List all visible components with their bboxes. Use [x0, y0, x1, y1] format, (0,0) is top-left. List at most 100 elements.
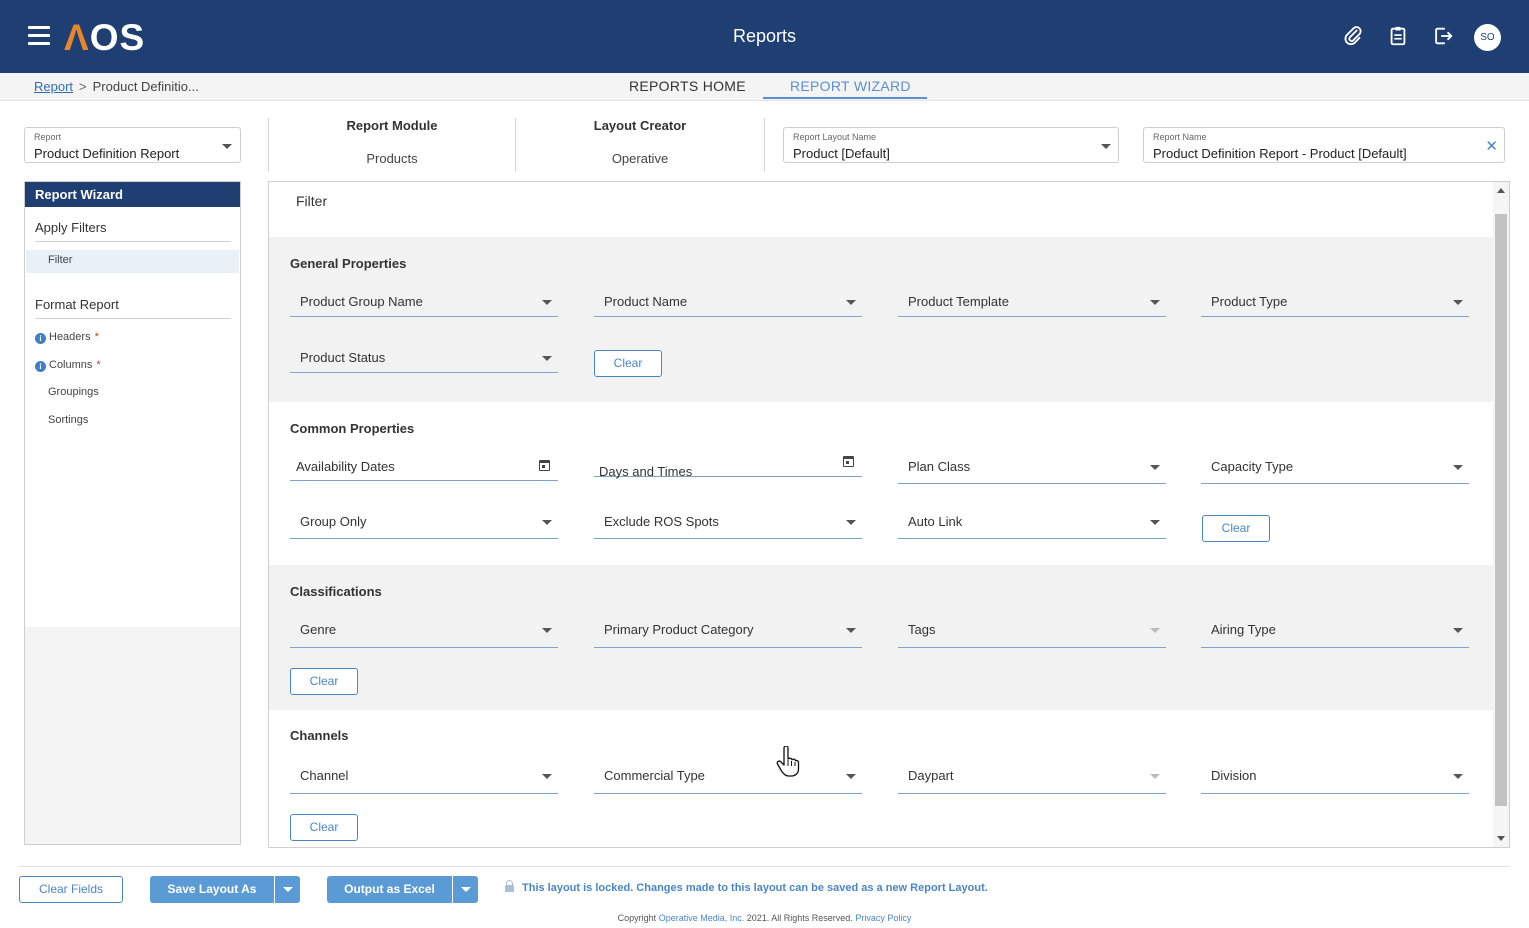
tags-dropdown[interactable]: Tags — [898, 615, 1166, 648]
channels-section: Channels Channel Commercial Type Daypart… — [269, 710, 1493, 847]
layout-locked-message: This layout is locked. Changes made to t… — [505, 880, 988, 894]
days-and-times-input[interactable]: Days and Times — [594, 448, 862, 479]
common-properties-section: Common Properties Availability Dates Day… — [269, 402, 1493, 565]
report-layout-name-select[interactable]: Report Layout Name Product [Default] — [783, 127, 1119, 163]
filter-panel: Filter General Properties Product Group … — [268, 181, 1510, 848]
chevron-down-icon — [1101, 144, 1111, 149]
panel-title: Filter — [296, 193, 328, 209]
daypart-dropdown[interactable]: Daypart — [898, 761, 1166, 794]
capacity-type-dropdown[interactable]: Capacity Type — [1201, 452, 1469, 484]
chevron-down-icon — [542, 520, 552, 525]
tab-reports-home[interactable]: REPORTS HOME — [629, 78, 746, 94]
required-marker: * — [96, 359, 101, 371]
sidebar-item-columns[interactable]: i Columns * — [35, 359, 101, 372]
clear-channels-button[interactable]: Clear — [290, 814, 358, 841]
clear-common-button[interactable]: Clear — [1202, 515, 1270, 542]
genre-dropdown[interactable]: Genre — [290, 615, 558, 648]
chevron-down-icon — [846, 774, 856, 779]
chevron-down-icon — [846, 300, 856, 305]
calendar-icon[interactable] — [843, 456, 854, 467]
airing-type-dropdown[interactable]: Airing Type — [1201, 615, 1469, 648]
chevron-down-icon — [542, 356, 552, 361]
output-as-excel-button[interactable]: Output as Excel — [327, 876, 453, 903]
section-title: Channels — [290, 728, 349, 743]
sidebar-item-groupings[interactable]: Groupings — [48, 386, 99, 398]
logout-icon[interactable] — [1432, 24, 1454, 48]
plan-class-dropdown[interactable]: Plan Class — [898, 452, 1166, 484]
auto-link-dropdown[interactable]: Auto Link — [898, 507, 1166, 539]
hand-pointer-cursor-icon — [776, 746, 800, 777]
save-layout-as-button[interactable]: Save Layout As — [150, 876, 275, 903]
wizard-sidebar: Report Wizard Apply Filters Filter Forma… — [24, 181, 241, 845]
save-layout-split-button: Save Layout As — [150, 876, 300, 903]
chevron-down-icon — [1150, 520, 1160, 525]
chevron-down-icon — [1150, 300, 1160, 305]
scroll-down-icon[interactable] — [1497, 836, 1505, 841]
chevron-down-icon — [1453, 774, 1463, 779]
lock-icon — [505, 880, 514, 892]
layout-creator-info: Layout Creator Operative — [593, 118, 687, 166]
availability-dates-input[interactable]: Availability Dates — [290, 452, 558, 481]
section-title: Common Properties — [290, 421, 415, 436]
breadcrumb-current: Product Definitio... — [92, 79, 199, 94]
report-name-input[interactable]: Report Name Product Definition Report - … — [1143, 127, 1505, 163]
scrollbar-thumb[interactable] — [1495, 214, 1507, 806]
tab-report-wizard[interactable]: REPORT WIZARD — [790, 78, 911, 94]
chevron-down-icon — [542, 774, 552, 779]
chevron-down-icon — [1150, 628, 1160, 633]
privacy-policy-link[interactable]: Privacy Policy — [855, 913, 911, 923]
commercial-type-dropdown[interactable]: Commercial Type — [594, 761, 862, 794]
chevron-down-icon — [1150, 465, 1160, 470]
breadcrumb-separator: > — [79, 79, 87, 94]
clear-fields-button[interactable]: Clear Fields — [19, 876, 123, 903]
divider — [764, 118, 765, 172]
product-template-dropdown[interactable]: Product Template — [898, 287, 1166, 317]
exclude-ros-spots-dropdown[interactable]: Exclude ROS Spots — [594, 507, 862, 539]
product-name-dropdown[interactable]: Product Name — [594, 287, 862, 317]
sidebar-item-headers[interactable]: i Headers * — [35, 331, 99, 344]
sidebar-item-sortings[interactable]: Sortings — [48, 414, 88, 426]
chevron-down-icon — [1453, 300, 1463, 305]
chevron-down-icon — [542, 628, 552, 633]
primary-product-category-dropdown[interactable]: Primary Product Category — [594, 615, 862, 648]
chevron-down-icon — [1453, 628, 1463, 633]
report-module-info: Report Module Products — [346, 118, 438, 166]
channel-dropdown[interactable]: Channel — [290, 761, 558, 794]
group-only-dropdown[interactable]: Group Only — [290, 507, 558, 539]
copyright-footer: Copyright Operative Media, Inc. 2021. Al… — [617, 913, 912, 923]
sidebar-item-filter[interactable]: Filter — [48, 254, 72, 266]
chevron-down-icon — [542, 300, 552, 305]
product-group-name-dropdown[interactable]: Product Group Name — [290, 287, 558, 317]
active-tab-indicator — [763, 97, 927, 99]
scroll-up-icon[interactable] — [1497, 188, 1505, 193]
panel-scrollbar[interactable] — [1493, 182, 1509, 847]
paperclip-icon[interactable] — [1342, 24, 1364, 48]
output-excel-split-button: Output as Excel — [327, 876, 478, 903]
top-bar: ΛOS Reports SO — [0, 0, 1529, 73]
clipboard-icon[interactable] — [1387, 24, 1409, 48]
clear-report-name-icon[interactable]: ✕ — [1485, 137, 1498, 155]
calendar-icon[interactable] — [539, 460, 550, 471]
sidebar-section-format-report: Format Report — [35, 297, 231, 319]
clear-classifications-button[interactable]: Clear — [290, 668, 358, 695]
chevron-down-icon — [283, 887, 293, 892]
sidebar-title: Report Wizard — [25, 182, 240, 207]
save-layout-menu-toggle[interactable] — [275, 876, 300, 903]
info-icon: i — [35, 333, 46, 344]
output-menu-toggle[interactable] — [453, 876, 478, 903]
company-link[interactable]: Operative Media, Inc. — [659, 913, 745, 923]
general-properties-section: General Properties Product Group Name Pr… — [269, 237, 1493, 402]
required-marker: * — [94, 331, 99, 343]
footer-divider — [18, 866, 1510, 867]
division-dropdown[interactable]: Division — [1201, 761, 1469, 794]
clear-general-button[interactable]: Clear — [594, 350, 662, 377]
user-avatar[interactable]: SO — [1474, 24, 1501, 51]
product-type-dropdown[interactable]: Product Type — [1201, 287, 1469, 317]
breadcrumb: Report > Product Definitio... — [34, 79, 199, 94]
report-select[interactable]: Report Product Definition Report — [24, 127, 241, 163]
chevron-down-icon — [461, 887, 471, 892]
section-title: General Properties — [290, 256, 407, 271]
breadcrumb-report-link[interactable]: Report — [34, 79, 73, 94]
product-status-dropdown[interactable]: Product Status — [290, 343, 558, 373]
chevron-down-icon — [846, 628, 856, 633]
